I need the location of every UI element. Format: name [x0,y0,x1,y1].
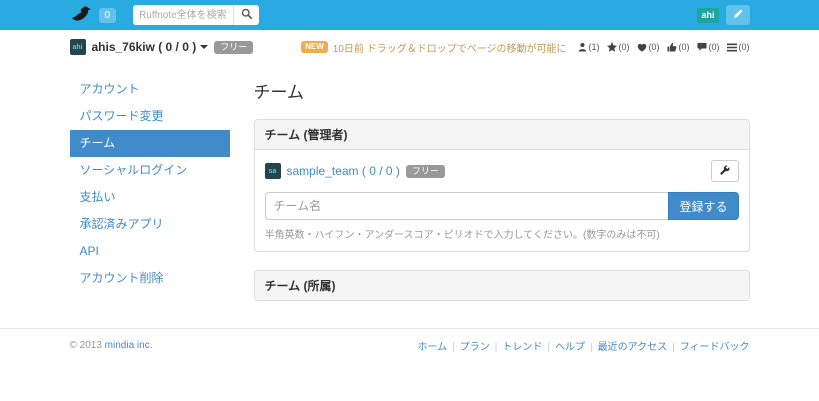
sidebar-item-account[interactable]: アカウント [70,76,230,103]
username: ahis_76kiw ( 0 / 0 ) [92,40,197,54]
list-icon [727,43,737,52]
comments-stat[interactable]: (0) [697,42,720,52]
thumbs-stat[interactable]: (0) [667,42,690,52]
page-title: チーム [254,78,750,103]
comment-icon [697,42,707,52]
footer-link-feedback[interactable]: フィードバック [667,338,749,353]
team-plan-badge: フリー [406,165,445,178]
admin-teams-panel: チーム (管理者) sa sample_team ( 0 / 0 ) フリー [254,119,750,252]
user-avatar[interactable]: ahi [70,39,86,55]
user-dropdown[interactable]: ahis_76kiw ( 0 / 0 ) [92,40,209,54]
bird-logo-icon [70,5,92,26]
star-icon [607,42,617,52]
followers-stat[interactable]: (1) [578,42,600,52]
news-link[interactable]: 10日前 ドラッグ＆ドロップでページの移動が可能に [333,40,567,55]
footer-link-plan[interactable]: プラン [447,338,490,353]
footer-link-help[interactable]: ヘルプ [542,338,585,353]
sidebar-item-delete-account[interactable]: アカウント削除 [70,265,230,292]
pencil-icon [732,8,744,23]
plan-badge: フリー [214,41,253,54]
sidebar-item-password[interactable]: パスワード変更 [70,103,230,130]
footer-link-recent[interactable]: 最近のアクセス [585,338,667,353]
team-settings-button[interactable] [711,160,739,182]
footer: © 2013 mindia inc. ホーム プラン トレンド ヘルプ 最近のア… [0,328,819,362]
copyright: © 2013 mindia inc. [70,340,153,351]
likes-stat[interactable]: (0) [637,42,660,52]
sidebar-item-team[interactable]: チーム [70,130,230,157]
heart-icon [637,43,647,52]
sidebar-item-api[interactable]: API [70,238,230,265]
search-icon [241,8,253,23]
chevron-down-icon [200,45,208,49]
team-row: sa sample_team ( 0 / 0 ) フリー [265,160,739,182]
ruffnote-logo[interactable] [70,5,92,26]
footer-links: ホーム プラン トレンド ヘルプ 最近のアクセス フィードバック [417,338,749,353]
sidebar-item-approved-apps[interactable]: 承認済みアプリ [70,211,230,238]
global-search [133,5,259,25]
team-link[interactable]: sample_team ( 0 / 0 ) [287,164,400,178]
new-page-button[interactable] [726,5,750,25]
search-input[interactable] [133,5,233,25]
thumbs-up-icon [667,42,677,52]
team-name-help-text: 半角英数・ハイフン・アンダースコア・ピリオドで入力してください。(数字のみは不可… [265,226,739,241]
company-link[interactable]: mindia inc. [105,340,153,351]
sidebar-item-social-login[interactable]: ソーシャルログイン [70,157,230,184]
team-avatar: sa [265,163,281,179]
followers-count: (1) [589,42,600,52]
member-teams-panel-header: チーム (所属) [255,271,749,300]
stats-bar: (1) (0) (0) [578,42,750,52]
user-avatar-chip[interactable]: ahi [697,8,718,23]
wrench-icon [719,164,730,179]
top-navbar: 0 ahi [0,0,819,30]
user-header: ahi ahis_76kiw ( 0 / 0 ) フリー NEW 10日前 ドラ… [0,30,819,64]
thumbs-count: (0) [679,42,690,52]
sidebar-item-payment[interactable]: 支払い [70,184,230,211]
register-team-button[interactable]: 登録する [668,192,738,220]
stars-count: (0) [619,42,630,52]
new-badge: NEW [301,41,328,53]
notification-count-badge[interactable]: 0 [99,8,117,23]
comments-count: (0) [709,42,720,52]
user-icon [578,42,587,52]
settings-sidebar: アカウント パスワード変更 チーム ソーシャルログイン 支払い 承認済みアプリ … [70,76,230,292]
pages-stat[interactable]: (0) [727,42,750,52]
likes-count: (0) [649,42,660,52]
member-teams-panel: チーム (所属) [254,270,750,301]
create-team-form: 登録する [265,192,739,220]
pages-count: (0) [739,42,750,52]
footer-link-home[interactable]: ホーム [417,338,447,353]
admin-teams-panel-header: チーム (管理者) [255,120,749,150]
team-name-input[interactable] [265,192,669,220]
stars-stat[interactable]: (0) [607,42,630,52]
footer-link-trend[interactable]: トレンド [490,338,543,353]
search-button[interactable] [233,5,259,25]
copyright-year: © 2013 [70,340,105,351]
